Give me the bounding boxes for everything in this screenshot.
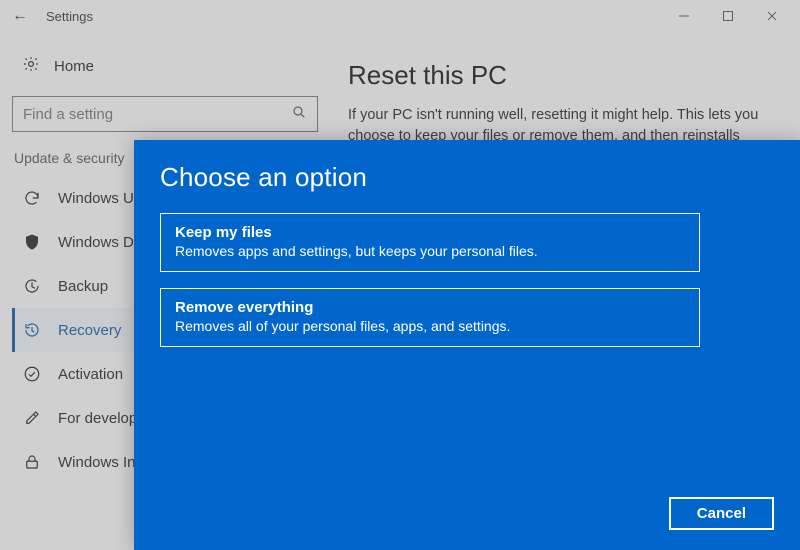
dialog-footer: Cancel (669, 497, 774, 530)
arrow-left-icon: ← (12, 7, 28, 25)
history-icon (22, 321, 42, 339)
settings-window: ← Settings Home (0, 0, 800, 550)
sidebar-item-home[interactable]: Home (12, 46, 318, 86)
dialog-title: Choose an option (160, 162, 774, 193)
minimize-button[interactable] (662, 1, 706, 31)
home-label: Home (54, 58, 94, 75)
option-remove-everything[interactable]: Remove everything Removes all of your pe… (160, 288, 700, 347)
sidebar-item-label: Recovery (58, 322, 121, 339)
maximize-button[interactable] (706, 1, 750, 31)
back-button[interactable]: ← (6, 2, 34, 30)
window-title: Settings (46, 9, 93, 24)
sidebar-item-label: Activation (58, 366, 123, 383)
shield-icon (22, 233, 42, 251)
search-icon (291, 104, 307, 125)
option-title: Remove everything (175, 299, 685, 316)
option-keep-my-files[interactable]: Keep my files Removes apps and settings,… (160, 213, 700, 272)
reset-dialog: Choose an option Keep my files Removes a… (134, 140, 800, 550)
sidebar-item-label: Backup (58, 278, 108, 295)
close-button[interactable] (750, 1, 794, 31)
minimize-icon (678, 10, 690, 22)
window-controls (662, 1, 794, 31)
search-input-container[interactable] (12, 96, 318, 132)
lock-icon (22, 453, 42, 471)
option-description: Removes apps and settings, but keeps you… (175, 243, 685, 259)
option-title: Keep my files (175, 224, 685, 241)
sync-icon (22, 189, 42, 207)
check-circle-icon (22, 365, 42, 383)
tools-icon (22, 409, 42, 427)
cancel-button[interactable]: Cancel (669, 497, 774, 530)
titlebar: ← Settings (0, 0, 800, 32)
maximize-icon (722, 10, 734, 22)
backup-icon (22, 277, 42, 295)
gear-icon (22, 55, 40, 77)
option-description: Removes all of your personal files, apps… (175, 318, 685, 334)
close-icon (766, 10, 778, 22)
search-input[interactable] (23, 106, 291, 123)
page-title: Reset this PC (348, 60, 782, 91)
